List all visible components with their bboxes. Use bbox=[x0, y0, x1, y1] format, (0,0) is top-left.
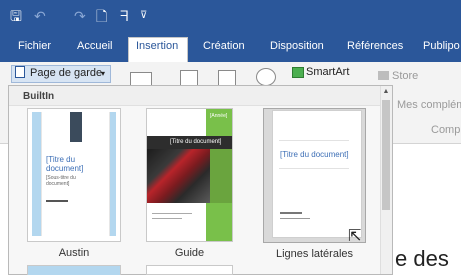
next-template-preview bbox=[28, 266, 120, 275]
quick-access-toolbar bbox=[0, 0, 461, 33]
pictures-icon[interactable] bbox=[180, 70, 198, 86]
scroll-up-icon[interactable]: ▲ bbox=[381, 87, 391, 97]
scrollbar-thumb[interactable] bbox=[382, 100, 390, 210]
lignes-laterales-footer-line bbox=[280, 212, 302, 214]
lignes-laterales-footer-line bbox=[280, 218, 310, 219]
guide-year-text: [Année] bbox=[210, 113, 228, 119]
addins-group-label: Compl bbox=[431, 124, 461, 136]
redo-icon[interactable]: ↷ bbox=[74, 9, 86, 23]
mouse-cursor-icon: ⇱ bbox=[348, 228, 362, 245]
table-icon[interactable] bbox=[130, 72, 152, 86]
save-icon[interactable]: 🖫 bbox=[10, 9, 22, 23]
online-pictures-icon[interactable] bbox=[218, 70, 236, 86]
lignes-laterales-rule bbox=[279, 168, 349, 169]
austin-accent-bar bbox=[70, 112, 82, 142]
guide-label: Guide bbox=[174, 247, 205, 259]
undo-icon[interactable]: ↶ bbox=[34, 9, 46, 23]
store-icon bbox=[378, 71, 389, 80]
austin-footer-line bbox=[46, 200, 68, 202]
austin-label: Austin bbox=[58, 247, 90, 259]
guide-text-line bbox=[152, 218, 182, 219]
lignes-laterales-label: Lignes latérales bbox=[275, 248, 354, 260]
tab-references[interactable]: Références bbox=[347, 40, 403, 52]
lignes-laterales-doc-title: [Titre du document] bbox=[280, 150, 349, 159]
touch-mode-icon[interactable]: ᖷ bbox=[120, 9, 128, 23]
cover-page-label: Page de garde bbox=[30, 67, 103, 79]
chevron-down-icon: ▾ bbox=[101, 69, 106, 78]
cover-template-next-2[interactable] bbox=[146, 265, 233, 275]
tab-accueil[interactable]: Accueil bbox=[77, 40, 112, 52]
new-document-icon[interactable]: 🗋 bbox=[96, 9, 107, 23]
lignes-laterales-rule bbox=[279, 140, 349, 141]
austin-doc-subtitle: [Sous-titre du document] bbox=[46, 175, 76, 187]
store-button[interactable]: Store bbox=[392, 70, 418, 82]
gallery-section-title: BuiltIn bbox=[23, 91, 55, 102]
tab-publipostage[interactable]: Publipo bbox=[423, 40, 460, 52]
gallery-section-header bbox=[9, 86, 381, 106]
customize-icon[interactable]: ⊽ bbox=[140, 9, 147, 23]
tab-insertion[interactable]: Insertion bbox=[136, 40, 178, 52]
smartart-icon bbox=[292, 67, 304, 78]
tab-fichier[interactable]: Fichier bbox=[18, 40, 51, 52]
my-addins-button[interactable]: Mes complém bbox=[397, 99, 461, 111]
cover-page-icon bbox=[15, 66, 25, 78]
guide-text-line bbox=[152, 213, 192, 214]
tab-creation[interactable]: Création bbox=[203, 40, 245, 52]
guide-doc-title: [Titre du document] bbox=[170, 139, 222, 145]
smartart-button[interactable]: SmartArt bbox=[306, 66, 349, 78]
document-body-text: e des bbox=[395, 246, 449, 271]
guide-train-image bbox=[147, 149, 210, 203]
guide-photo-strip bbox=[210, 149, 232, 203]
austin-doc-title: [Titre du document] bbox=[46, 155, 84, 173]
shapes-icon[interactable] bbox=[256, 68, 276, 86]
tab-disposition[interactable]: Disposition bbox=[270, 40, 324, 52]
